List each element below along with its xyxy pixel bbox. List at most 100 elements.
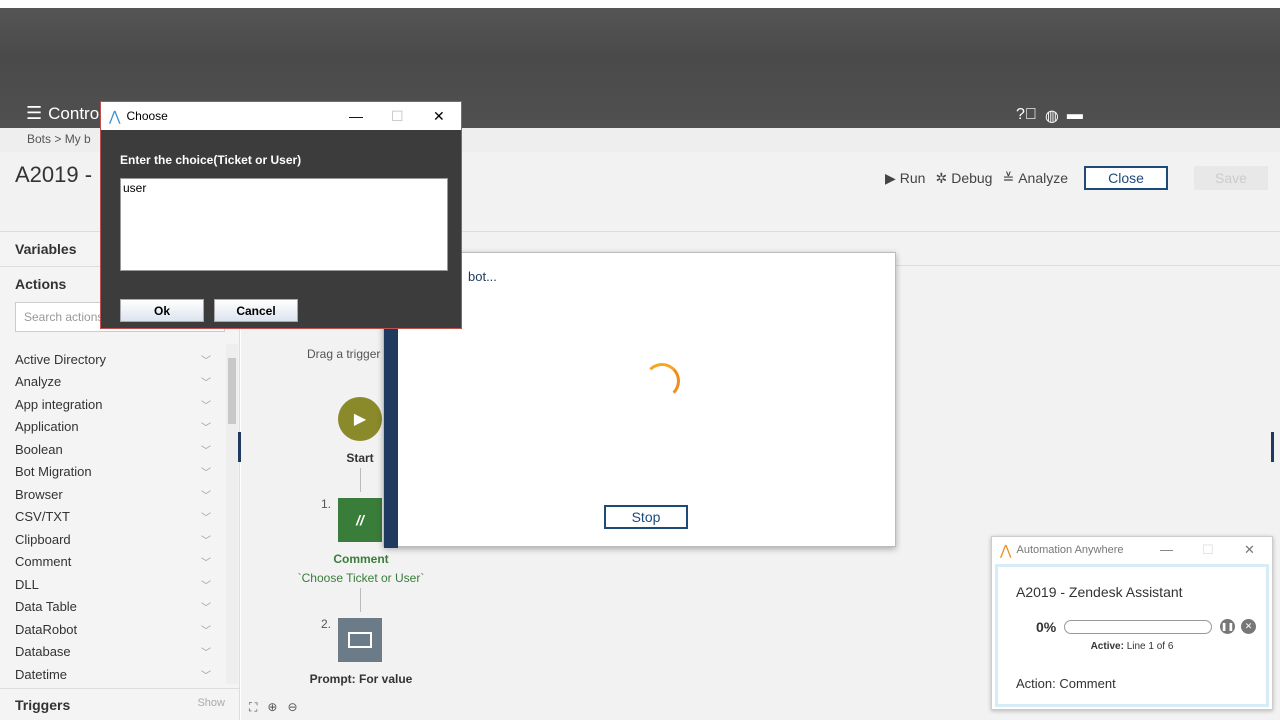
step-number: 2. bbox=[321, 617, 332, 631]
dialog-titlebar: ⋀ Choose bbox=[101, 102, 461, 130]
cancel-button[interactable]: Cancel bbox=[214, 299, 298, 322]
stop-button[interactable]: Stop bbox=[604, 505, 688, 529]
sidebar-action-item[interactable]: DLL ﹀ bbox=[0, 573, 226, 596]
zoom-in-icon[interactable]: ⊕ bbox=[267, 700, 277, 715]
chevron-down-icon[interactable]: ﹀ bbox=[201, 464, 211, 479]
sidebar-action-item[interactable]: Data Table ﹀ bbox=[0, 596, 226, 619]
comment-title: Comment bbox=[333, 552, 389, 566]
active-line: Active: Line 1 of 6 bbox=[998, 641, 1266, 652]
flow-connector bbox=[360, 468, 361, 492]
sidebar-action-label: Application bbox=[15, 419, 79, 435]
help-icon[interactable]: ?⃝ bbox=[1016, 106, 1037, 126]
zoom-tools: ⛶ ⊕ ⊖ bbox=[249, 700, 298, 715]
save-button[interactable]: Save bbox=[1194, 166, 1269, 190]
chevron-down-icon[interactable]: ﹀ bbox=[201, 577, 211, 592]
globe-icon[interactable]: ◍ bbox=[1045, 106, 1059, 126]
comment-subtitle: `Choose Ticket or User` bbox=[297, 571, 425, 585]
minimize-icon[interactable]: — bbox=[349, 108, 363, 124]
step-number: 1. bbox=[321, 497, 332, 511]
sidebar-action-label: App integration bbox=[15, 396, 103, 412]
triggers-show-link[interactable]: Show bbox=[197, 697, 225, 712]
dialog-title: Choose bbox=[126, 109, 168, 123]
chart-icon: ≚ bbox=[1002, 169, 1015, 186]
aa-body: A2019 - Zendesk Assistant 0% ❚❚ ✕ Active… bbox=[995, 564, 1269, 707]
chevron-down-icon[interactable]: ﹀ bbox=[201, 599, 211, 614]
actions-header[interactable]: Actions bbox=[15, 276, 66, 292]
sidebar-action-item[interactable]: Application ﹀ bbox=[0, 416, 226, 439]
chevron-down-icon[interactable]: ﹀ bbox=[201, 352, 211, 367]
sidebar-action-item[interactable]: Browser ﹀ bbox=[0, 483, 226, 506]
active-label: Active: bbox=[1090, 641, 1124, 652]
chevron-down-icon[interactable]: ﹀ bbox=[201, 532, 211, 547]
sidebar-action-label: DataRobot bbox=[15, 621, 78, 637]
running-bot-name: A2019 - Zendesk Assistant bbox=[1016, 584, 1183, 600]
chevron-down-icon[interactable]: ﹀ bbox=[201, 622, 211, 637]
actions-scrollbar[interactable] bbox=[226, 344, 238, 684]
ok-button[interactable]: Ok bbox=[120, 299, 204, 322]
chevron-down-icon[interactable]: ﹀ bbox=[201, 554, 211, 569]
sidebar-action-item[interactable]: Boolean ﹀ bbox=[0, 438, 226, 461]
sidebar-action-item[interactable]: Analyze ﹀ bbox=[0, 371, 226, 394]
maximize-icon: ☐ bbox=[1202, 542, 1214, 557]
choose-dialog: ⋀ Choose — ☐ ✕ Enter the choice(Ticket o… bbox=[100, 101, 462, 329]
stop-icon[interactable]: ✕ bbox=[1241, 619, 1256, 634]
chevron-down-icon[interactable]: ﹀ bbox=[201, 374, 211, 389]
sidebar-action-item[interactable]: App integration ﹀ bbox=[0, 393, 226, 416]
minimize-icon[interactable]: — bbox=[1160, 542, 1173, 557]
chevron-down-icon[interactable]: ﹀ bbox=[201, 487, 211, 502]
triggers-label: Triggers bbox=[15, 697, 71, 713]
close-icon[interactable]: ✕ bbox=[1244, 542, 1255, 558]
actions-list: Active Directory ﹀ Analyze ﹀ App integration… bbox=[0, 348, 226, 686]
chevron-down-icon[interactable]: ﹀ bbox=[201, 397, 211, 412]
sidebar-action-item[interactable]: Comment ﹀ bbox=[0, 551, 226, 574]
panel-resize-handle[interactable] bbox=[1271, 432, 1274, 462]
triggers-header[interactable]: Triggers Show bbox=[0, 688, 240, 720]
prompt-icon bbox=[348, 632, 372, 648]
comment-node[interactable]: // bbox=[338, 498, 382, 542]
aa-logo-icon: ⋀ bbox=[1000, 541, 1012, 558]
aa-titlebar: ⋀ Automation Anywhere bbox=[992, 537, 1272, 563]
active-value: Line 1 of 6 bbox=[1123, 641, 1174, 652]
bot-title: A2019 - bbox=[15, 162, 93, 187]
aa-logo-icon: ⋀ bbox=[109, 107, 121, 124]
close-button[interactable]: Close bbox=[1084, 166, 1169, 190]
current-action: Action: Comment bbox=[1016, 676, 1116, 691]
analyze-label: Analyze bbox=[1018, 170, 1069, 186]
progress-percent: 0% bbox=[1036, 619, 1057, 635]
sidebar-action-label: Datetime bbox=[15, 666, 68, 682]
start-node[interactable]: ▶ bbox=[338, 397, 382, 441]
sidebar-action-item[interactable]: Active Directory ﹀ bbox=[0, 348, 226, 371]
sidebar-action-item[interactable]: Clipboard ﹀ bbox=[0, 528, 226, 551]
sidebar-action-item[interactable]: Bot Migration ﹀ bbox=[0, 461, 226, 484]
chevron-down-icon[interactable]: ﹀ bbox=[201, 509, 211, 524]
sidebar-action-item[interactable]: Datetime ﹀ bbox=[0, 663, 226, 686]
sidebar-action-label: CSV/TXT bbox=[15, 509, 70, 525]
chevron-down-icon[interactable]: ﹀ bbox=[201, 644, 211, 659]
zoom-out-icon[interactable]: ⊖ bbox=[287, 700, 297, 715]
chevron-down-icon[interactable]: ﹀ bbox=[201, 442, 211, 457]
run-button[interactable]: ▶ Run bbox=[885, 170, 925, 187]
fit-screen-icon[interactable]: ⛶ bbox=[249, 700, 257, 715]
scroll-thumb[interactable] bbox=[228, 358, 236, 424]
monitor-icon[interactable]: ▬ bbox=[1067, 106, 1083, 126]
comment-icon: // bbox=[356, 512, 364, 528]
hamburger-icon[interactable]: ☰ bbox=[26, 103, 42, 124]
sidebar-action-item[interactable]: CSV/TXT ﹀ bbox=[0, 506, 226, 529]
pause-icon[interactable]: ❚❚ bbox=[1220, 619, 1235, 634]
variables-header[interactable]: Variables bbox=[15, 241, 77, 257]
close-icon[interactable]: ✕ bbox=[433, 108, 445, 125]
sidebar-action-item[interactable]: DataRobot ﹀ bbox=[0, 618, 226, 641]
chevron-down-icon[interactable]: ﹀ bbox=[201, 419, 211, 434]
play-icon: ▶ bbox=[353, 411, 367, 428]
sidebar-action-label: Analyze bbox=[15, 374, 62, 390]
debug-button[interactable]: ✲ Debug bbox=[935, 170, 992, 187]
analyze-button[interactable]: ≚ Analyze bbox=[1002, 170, 1068, 187]
flow-connector bbox=[360, 588, 361, 612]
sidebar-action-label: Data Table bbox=[15, 599, 77, 615]
sidebar-action-item[interactable]: Database ﹀ bbox=[0, 641, 226, 664]
bug-icon: ✲ bbox=[935, 169, 948, 186]
choice-input[interactable] bbox=[120, 178, 448, 271]
chevron-down-icon[interactable]: ﹀ bbox=[201, 667, 211, 682]
prompt-node[interactable] bbox=[338, 618, 382, 662]
breadcrumb-text[interactable]: Bots > My b bbox=[27, 132, 91, 146]
